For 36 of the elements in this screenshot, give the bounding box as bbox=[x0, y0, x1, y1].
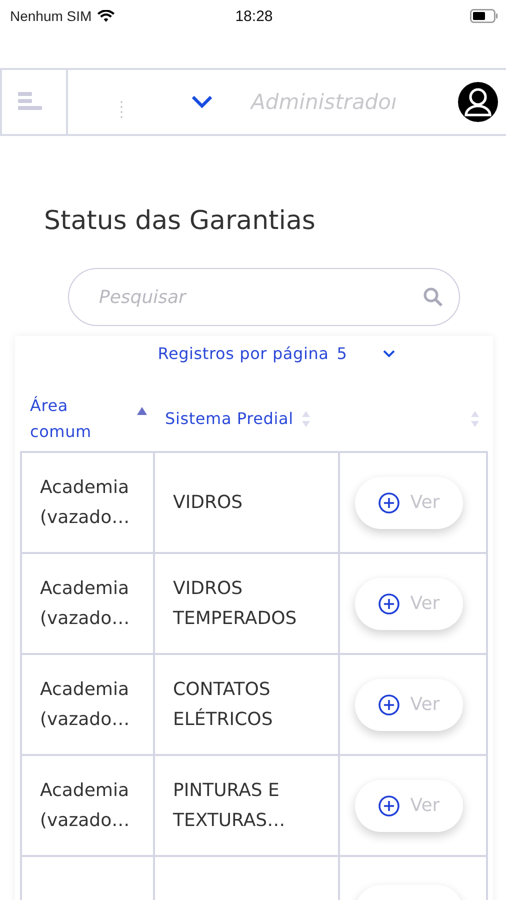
search-icon[interactable] bbox=[423, 287, 443, 307]
column-header[interactable]: Sistema Predial bbox=[165, 406, 294, 432]
plus-circle-icon bbox=[378, 794, 400, 816]
view-button[interactable]: Ver bbox=[355, 578, 463, 630]
sort-icon[interactable] bbox=[470, 410, 480, 428]
plus-circle-icon bbox=[378, 492, 400, 514]
plus-circle-icon bbox=[378, 592, 400, 614]
menu-button[interactable] bbox=[0, 70, 68, 134]
column-header[interactable]: Área comum bbox=[30, 393, 110, 445]
carrier-name: Nenhum SIM bbox=[10, 8, 92, 24]
sort-icon[interactable] bbox=[301, 410, 312, 428]
table-cell: Academia (vazado… bbox=[20, 554, 153, 653]
view-button[interactable]: Ver bbox=[355, 476, 463, 528]
page-title: Status das Garantias bbox=[44, 206, 316, 238]
view-button[interactable]: Ver bbox=[355, 678, 463, 730]
table-cell: PINTURAS E TEXTURAS… bbox=[153, 756, 338, 855]
table-cell: Academia (vazado… bbox=[20, 655, 153, 754]
plus-circle-icon bbox=[378, 694, 400, 716]
table-cell: VIDROS bbox=[153, 453, 338, 552]
clock-time: 18:28 bbox=[235, 8, 273, 24]
table-cell: VIDROS TEMPERADOS bbox=[153, 554, 338, 653]
menu-icon bbox=[17, 92, 43, 112]
table-cell: Academia (vazado… bbox=[20, 453, 153, 552]
avatar-icon[interactable] bbox=[458, 82, 498, 122]
chevron-down-icon bbox=[383, 350, 396, 358]
dots-icon bbox=[120, 100, 123, 120]
view-button[interactable]: Ver bbox=[355, 780, 463, 832]
battery-icon bbox=[470, 9, 498, 23]
chevron-down-icon[interactable] bbox=[191, 95, 213, 109]
search-input[interactable]: Pesquisar bbox=[97, 286, 423, 308]
search-field[interactable]: Pesquisar bbox=[68, 268, 460, 326]
table-cell: CONTATOS ELÉTRICOS bbox=[153, 655, 338, 754]
rows-per-page-dropdown[interactable]: Registros por página 5 bbox=[112, 342, 396, 363]
sort-ascending-icon[interactable] bbox=[137, 407, 147, 415]
wifi-icon bbox=[96, 10, 115, 22]
table-cell: Academia (vazado… bbox=[20, 756, 153, 855]
